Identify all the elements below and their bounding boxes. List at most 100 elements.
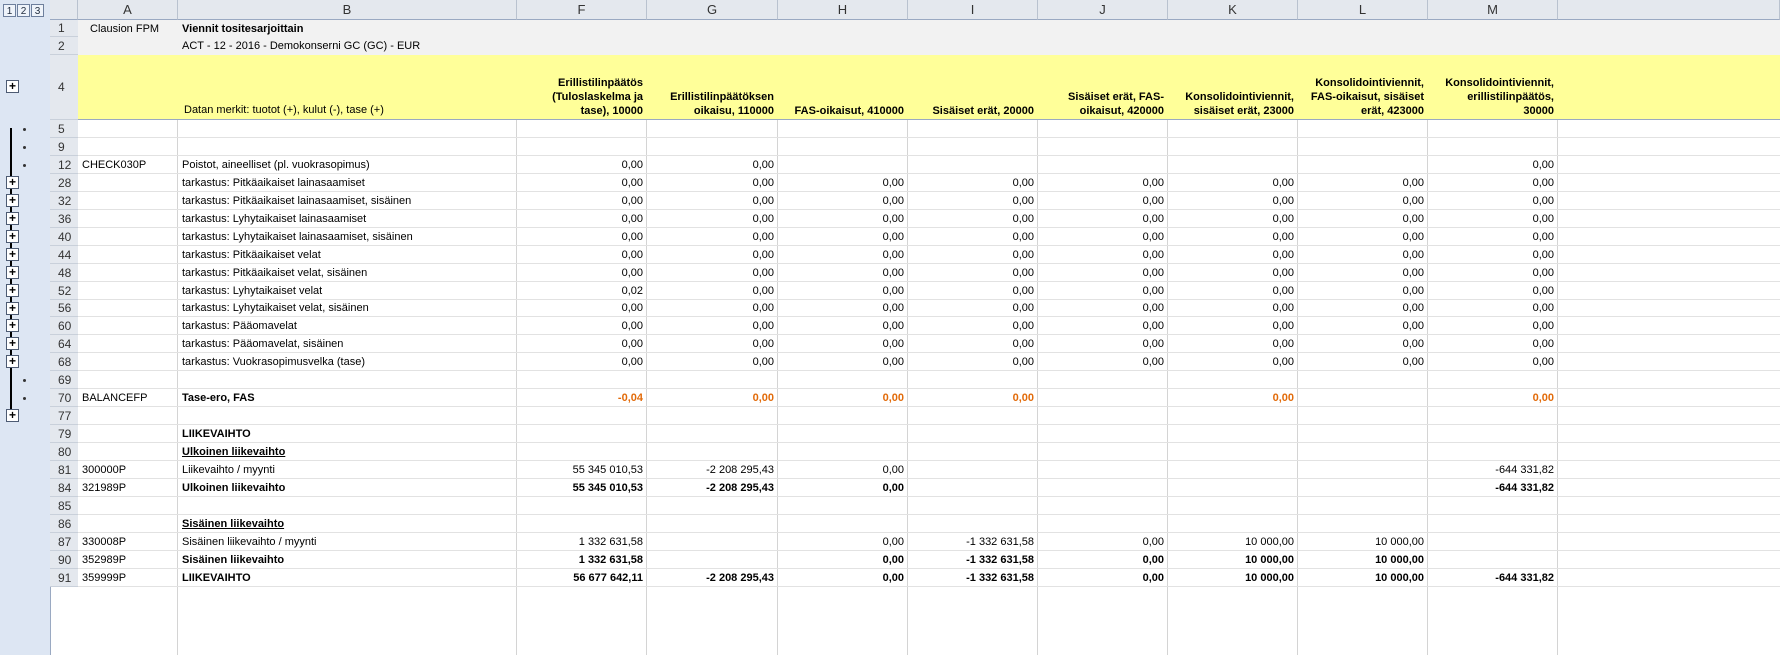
cell-j12[interactable] xyxy=(1038,156,1168,174)
cell-a91[interactable]: 359999P xyxy=(78,569,178,587)
cell-l90[interactable]: 10 000,00 xyxy=(1298,551,1428,569)
row-number-28[interactable]: 28 xyxy=(50,174,78,192)
cell-h86[interactable] xyxy=(778,515,908,533)
cell-k84[interactable] xyxy=(1168,479,1298,497)
cell-f32[interactable]: 0,00 xyxy=(517,192,647,210)
cell-l87[interactable]: 10 000,00 xyxy=(1298,533,1428,551)
cell-h48[interactable]: 0,00 xyxy=(778,264,908,282)
cell-g81[interactable]: -2 208 295,43 xyxy=(647,461,778,479)
cell-i87[interactable]: -1 332 631,58 xyxy=(908,533,1038,551)
cell-a64[interactable] xyxy=(78,335,178,353)
expand-group-button[interactable]: + xyxy=(6,230,19,243)
cell-j86[interactable] xyxy=(1038,515,1168,533)
row-number-9[interactable]: 9 xyxy=(50,138,78,156)
cell-a87[interactable]: 330008P xyxy=(78,533,178,551)
cell-i9[interactable] xyxy=(908,138,1038,156)
row-number-87[interactable]: 87 xyxy=(50,533,78,551)
cell-g28[interactable]: 0,00 xyxy=(647,174,778,192)
cell-h32[interactable]: 0,00 xyxy=(778,192,908,210)
cell-h68[interactable]: 0,00 xyxy=(778,353,908,371)
column-header-g[interactable]: G xyxy=(647,0,778,20)
expand-group-button[interactable]: + xyxy=(6,266,19,279)
column-header-l[interactable]: L xyxy=(1298,0,1428,20)
cell-b68[interactable]: tarkastus: Vuokrasopimusvelka (tase) xyxy=(178,353,517,371)
cell-f44[interactable]: 0,00 xyxy=(517,246,647,264)
cell-k48[interactable]: 0,00 xyxy=(1168,264,1298,282)
cell-k32[interactable]: 0,00 xyxy=(1168,192,1298,210)
cell-b12[interactable]: Poistot, aineelliset (pl. vuokrasopimus) xyxy=(178,156,517,174)
cell-b85[interactable] xyxy=(178,497,517,515)
cell-j40[interactable]: 0,00 xyxy=(1038,228,1168,246)
row-number-80[interactable]: 80 xyxy=(50,443,78,461)
cell-i81[interactable] xyxy=(908,461,1038,479)
row-number-32[interactable]: 32 xyxy=(50,192,78,210)
cell-k70[interactable]: 0,00 xyxy=(1168,389,1298,407)
cell-m48[interactable]: 0,00 xyxy=(1428,264,1558,282)
cell-g9[interactable] xyxy=(647,138,778,156)
cell-h28[interactable]: 0,00 xyxy=(778,174,908,192)
cell-h5[interactable] xyxy=(778,120,908,138)
cell-m84[interactable]: -644 331,82 xyxy=(1428,479,1558,497)
cell-k80[interactable] xyxy=(1168,443,1298,461)
cell-h40[interactable]: 0,00 xyxy=(778,228,908,246)
cell-g77[interactable] xyxy=(647,407,778,425)
cell-a60[interactable] xyxy=(78,317,178,335)
cell-a85[interactable] xyxy=(78,497,178,515)
cell-i68[interactable]: 0,00 xyxy=(908,353,1038,371)
row-number-91[interactable]: 91 xyxy=(50,569,78,587)
cell-g80[interactable] xyxy=(647,443,778,461)
cell-h69[interactable] xyxy=(778,371,908,389)
cell-f28[interactable]: 0,00 xyxy=(517,174,647,192)
cell-m12[interactable]: 0,00 xyxy=(1428,156,1558,174)
cell-g56[interactable]: 0,00 xyxy=(647,300,778,317)
cell-f12[interactable]: 0,00 xyxy=(517,156,647,174)
cell-h91[interactable]: 0,00 xyxy=(778,569,908,587)
cell-f40[interactable]: 0,00 xyxy=(517,228,647,246)
cell-j44[interactable]: 0,00 xyxy=(1038,246,1168,264)
cell-g85[interactable] xyxy=(647,497,778,515)
cell-a5[interactable] xyxy=(78,120,178,138)
cell-g64[interactable]: 0,00 xyxy=(647,335,778,353)
cell-h52[interactable]: 0,00 xyxy=(778,282,908,300)
cell-m69[interactable] xyxy=(1428,371,1558,389)
cell-m87[interactable] xyxy=(1428,533,1558,551)
cell-m5[interactable] xyxy=(1428,120,1558,138)
cell-m60[interactable]: 0,00 xyxy=(1428,317,1558,335)
cell-i60[interactable]: 0,00 xyxy=(908,317,1038,335)
cell-k44[interactable]: 0,00 xyxy=(1168,246,1298,264)
cell-a80[interactable] xyxy=(78,443,178,461)
cell-i32[interactable]: 0,00 xyxy=(908,192,1038,210)
cell-g5[interactable] xyxy=(647,120,778,138)
row-number-86[interactable]: 86 xyxy=(50,515,78,533)
cell-k87[interactable]: 10 000,00 xyxy=(1168,533,1298,551)
cell-k52[interactable]: 0,00 xyxy=(1168,282,1298,300)
expand-group-button[interactable]: + xyxy=(6,409,19,422)
expand-group-button[interactable]: + xyxy=(6,284,19,297)
cell-m86[interactable] xyxy=(1428,515,1558,533)
cell-k40[interactable]: 0,00 xyxy=(1168,228,1298,246)
cell-k12[interactable] xyxy=(1168,156,1298,174)
cell-i84[interactable] xyxy=(908,479,1038,497)
cell-j77[interactable] xyxy=(1038,407,1168,425)
cell-m40[interactable]: 0,00 xyxy=(1428,228,1558,246)
cell-g60[interactable]: 0,00 xyxy=(647,317,778,335)
cell-a44[interactable] xyxy=(78,246,178,264)
row-number-44[interactable]: 44 xyxy=(50,246,78,264)
cell-m70[interactable]: 0,00 xyxy=(1428,389,1558,407)
cell-l32[interactable]: 0,00 xyxy=(1298,192,1428,210)
cell-a90[interactable]: 352989P xyxy=(78,551,178,569)
cell-a56[interactable] xyxy=(78,300,178,317)
cell-f84[interactable]: 55 345 010,53 xyxy=(517,479,647,497)
cell-b9[interactable] xyxy=(178,138,517,156)
expand-group-button[interactable]: + xyxy=(6,337,19,350)
cell-h79[interactable] xyxy=(778,425,908,443)
cell-a48[interactable] xyxy=(78,264,178,282)
cell-i77[interactable] xyxy=(908,407,1038,425)
expand-group-button[interactable]: + xyxy=(6,212,19,225)
cell-i52[interactable]: 0,00 xyxy=(908,282,1038,300)
cell-k56[interactable]: 0,00 xyxy=(1168,300,1298,317)
row-number-36[interactable]: 36 xyxy=(50,210,78,228)
cell-m81[interactable]: -644 331,82 xyxy=(1428,461,1558,479)
row-number-79[interactable]: 79 xyxy=(50,425,78,443)
cell-m32[interactable]: 0,00 xyxy=(1428,192,1558,210)
